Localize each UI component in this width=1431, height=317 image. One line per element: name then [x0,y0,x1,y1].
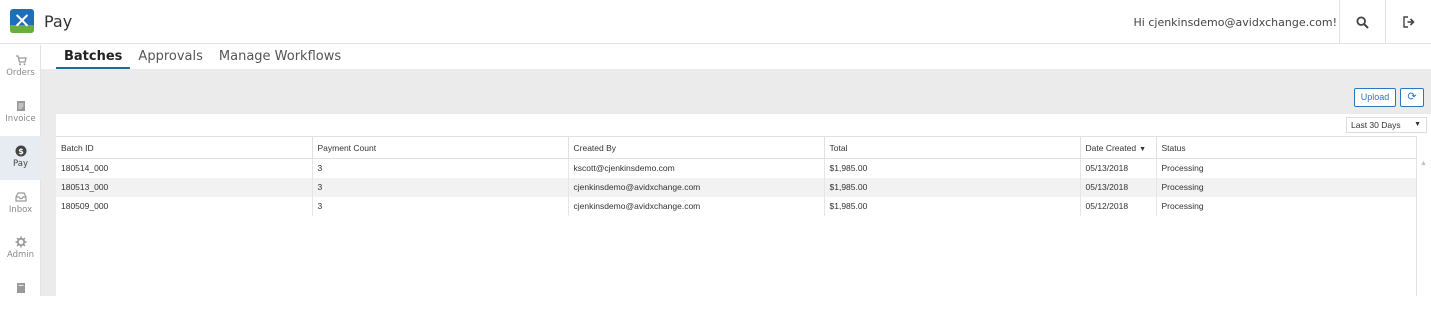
logout-icon [1402,16,1415,28]
sidebar-item-label: Inbox [8,205,33,215]
x-logo-icon: ✕ [13,9,31,33]
cell-payment-count: 3 [312,196,569,216]
sidebar: Orders Invoice $ Pay Inbox Admin [0,45,41,296]
cell-created-by: cjenkinsdemo@avidxchange.com [568,196,825,216]
page-title: Pay [44,12,73,31]
app-logo[interactable]: ✕ [10,9,34,33]
dollar-icon: $ [15,145,26,157]
cell-payment-count: 3 [312,158,569,178]
column-header-batch-id[interactable]: Batch ID [56,136,313,159]
inbox-icon [14,192,27,202]
batches-table: Batch ID Payment Count Created By Total … [56,136,1417,216]
scroll-up-arrow-icon[interactable]: ▲ [1420,160,1427,167]
user-greeting: Hi cjenkinsdemo@avidxchange.com! [1133,16,1337,29]
cell-date-created: 05/12/2018 [1080,196,1157,216]
sidebar-item-pay[interactable]: $ Pay [0,136,41,180]
refresh-button[interactable]: ⟳ [1400,88,1424,107]
column-header-created-by[interactable]: Created By [568,136,825,159]
top-bar: ✕ Pay Hi cjenkinsdemo@avidxchange.com! [0,0,1431,44]
date-range-value: Last 30 Days [1351,120,1401,130]
sidebar-item-reports[interactable] [0,273,41,317]
sidebar-item-label: Orders [6,68,35,78]
cell-date-created: 05/13/2018 [1080,177,1157,197]
tab-manage-workflows[interactable]: Manage Workflows [211,45,349,69]
upload-button[interactable]: Upload [1354,88,1396,107]
cell-total: $1,985.00 [824,196,1081,216]
cell-created-by: cjenkinsdemo@avidxchange.com [568,177,825,197]
sidebar-item-admin[interactable]: Admin [0,227,41,271]
cell-total: $1,985.00 [824,158,1081,178]
cell-batch-id: 180514_000 [56,158,313,178]
cell-status: Processing [1156,177,1417,197]
sidebar-item-label: Invoice [5,114,36,124]
chevron-down-icon: ▼ [1414,121,1421,128]
column-header-date-created[interactable]: Date Created ▼ [1080,136,1157,159]
table-row[interactable]: 180514_000 3 kscott@cjenkinsdemo.com $1,… [56,158,1417,178]
tab-batches[interactable]: Batches [56,45,131,69]
sidebar-item-label: Admin [6,250,35,260]
sidebar-item-label: Pay [13,159,28,169]
reports-icon [16,283,25,293]
logout-button[interactable] [1385,0,1431,44]
cell-created-by: kscott@cjenkinsdemo.com [568,158,825,178]
table-row[interactable]: 180513_000 3 cjenkinsdemo@avidxchange.co… [56,177,1417,197]
column-header-payment-count[interactable]: Payment Count [312,136,569,159]
cell-status: Processing [1156,196,1417,216]
date-range-select[interactable]: Last 30 Days ▼ [1346,117,1427,133]
gear-icon [15,236,26,248]
refresh-icon: ⟳ [1407,91,1417,103]
table-header-row: Batch ID Payment Count Created By Total … [56,136,1417,159]
cell-batch-id: 180513_000 [56,177,313,197]
cell-date-created: 05/13/2018 [1080,158,1157,178]
column-header-status[interactable]: Status [1156,136,1417,159]
cart-icon [15,55,27,66]
tab-approvals[interactable]: Approvals [130,45,210,69]
column-header-label: Date Created [1085,142,1137,153]
sidebar-item-inbox[interactable]: Inbox [0,182,41,226]
cell-total: $1,985.00 [824,177,1081,197]
cell-status: Processing [1156,158,1417,178]
cell-payment-count: 3 [312,177,569,197]
search-icon [1356,15,1369,29]
main-content: Upload ⟳ Last 30 Days ▼ Batch ID Payment… [41,69,1431,296]
column-header-total[interactable]: Total [824,136,1081,159]
svg-text:$: $ [18,147,24,156]
sidebar-item-orders[interactable]: Orders [0,45,41,89]
table-row[interactable]: 180509_000 3 cjenkinsdemo@avidxchange.co… [56,196,1417,216]
sort-desc-icon: ▼ [1139,145,1146,153]
invoice-icon [16,101,25,111]
sidebar-item-invoice[interactable]: Invoice [0,91,41,135]
tab-bar: Batches Approvals Manage Workflows [56,45,349,69]
cell-batch-id: 180509_000 [56,196,313,216]
vertical-scrollbar[interactable]: ▲ [1416,136,1431,296]
search-button[interactable] [1339,0,1385,44]
